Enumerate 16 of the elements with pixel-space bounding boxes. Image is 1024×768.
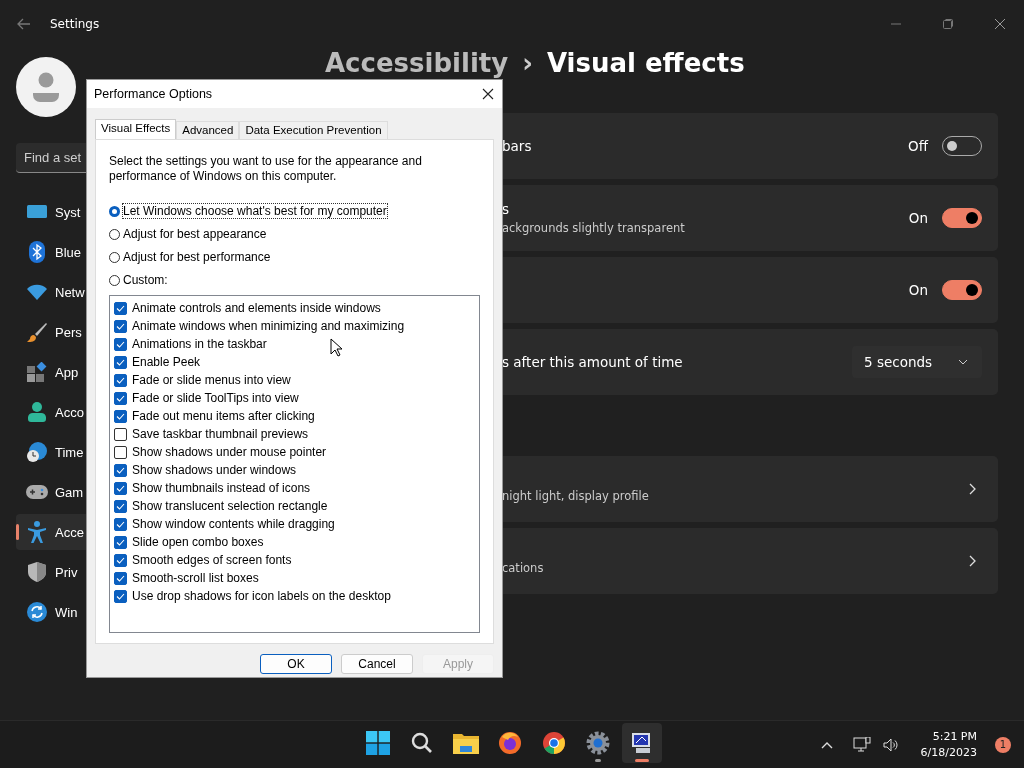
setting-title: bars <box>502 138 533 154</box>
page-title: Visual effects <box>546 48 745 78</box>
dialog-title: Performance Options <box>94 87 213 101</box>
setting-title: s <box>502 201 511 217</box>
window-title: Settings <box>50 17 100 31</box>
toggle-state: Off <box>908 138 928 154</box>
time-text: 5:21 PM <box>932 728 977 745</box>
toggle-state: On <box>908 210 928 226</box>
setting-title: s after this amount of time <box>502 354 684 370</box>
toggle-state: On <box>908 282 928 298</box>
breadcrumb-separator: › <box>522 48 533 78</box>
instructions-text: Select the settings you want to use for the appearance and performance of Windows on this computer. <box>109 154 423 184</box>
date-text: 6/18/2023 <box>920 744 977 761</box>
setting-description: ackgrounds slightly transparent <box>502 221 686 235</box>
setting-description: night light, display profile <box>502 489 650 503</box>
setting-description: cations <box>502 561 545 575</box>
